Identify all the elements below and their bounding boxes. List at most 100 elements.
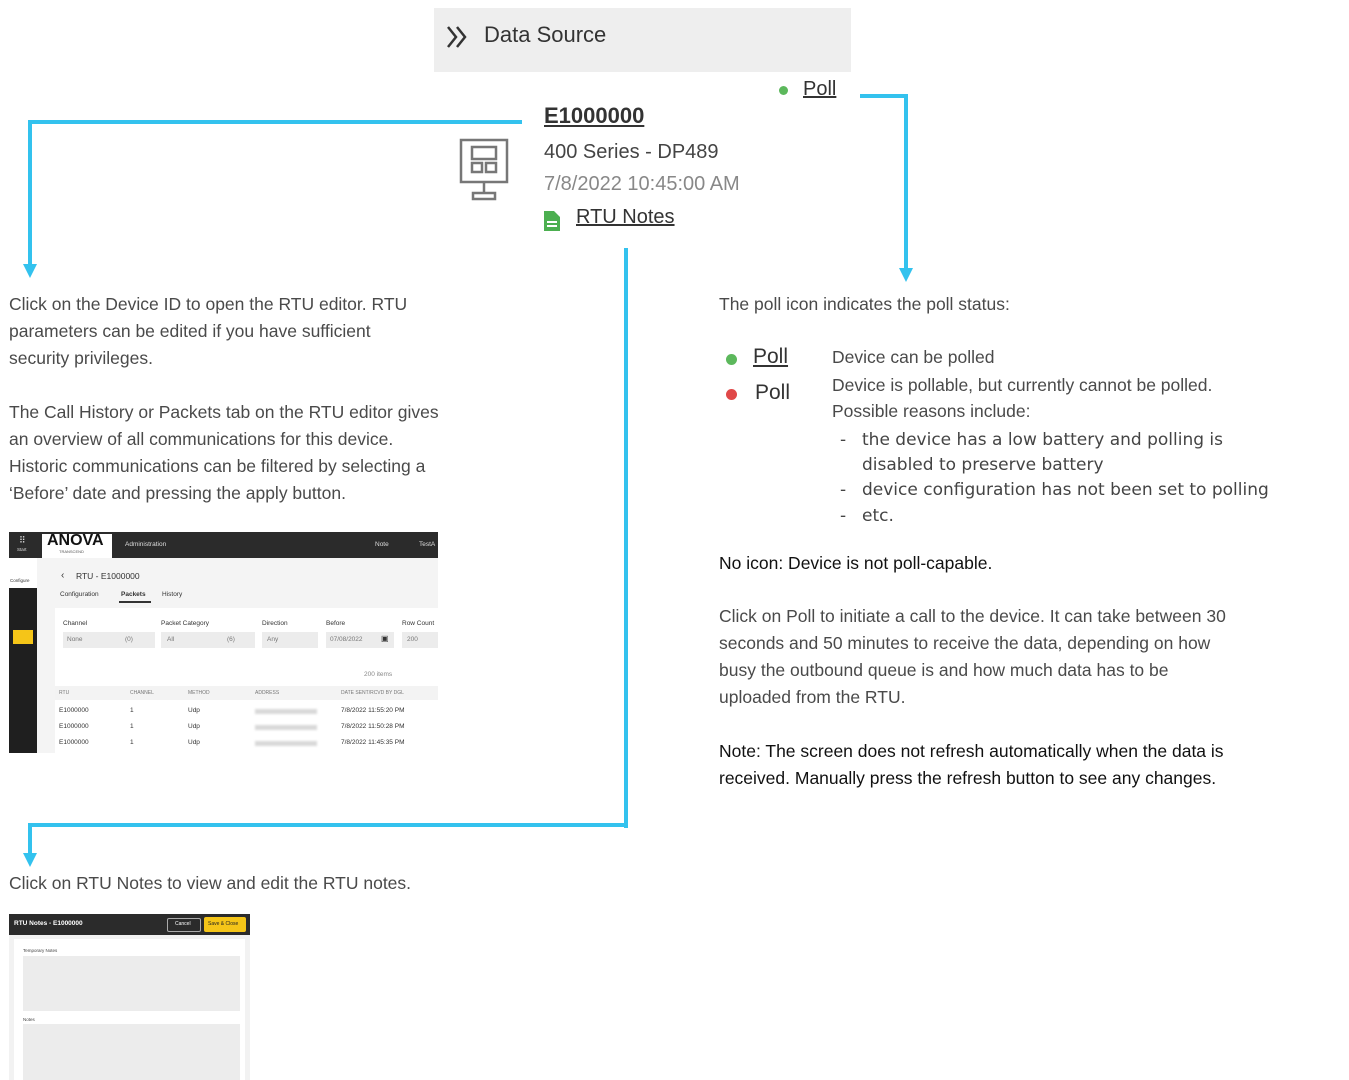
column-channel[interactable]: CHANNEL — [130, 690, 154, 696]
legend-poll-green: Poll — [753, 345, 789, 368]
legend-desc-green: Device can be polled — [832, 347, 995, 367]
brand-logo: ANOVA — [47, 532, 104, 549]
reasons-intro: Possible reasons include: — [832, 401, 1031, 421]
channel-value: None — [67, 636, 83, 643]
temporary-notes-textarea[interactable] — [23, 956, 240, 1011]
filter-channel-label: Channel — [63, 620, 88, 627]
reason-dash: - — [840, 506, 847, 526]
grid-icon[interactable]: ⠿ — [19, 535, 26, 546]
table-cell[interactable]: E1000000 — [59, 739, 89, 746]
connector-line-notes — [624, 248, 628, 828]
blurred-address — [255, 725, 317, 730]
rtu-editor-title: RTU - E1000000 — [76, 571, 140, 581]
column-address[interactable]: ADDRESS — [255, 690, 279, 696]
connector-line-notes-horizontal — [28, 823, 628, 827]
rtu-editor-screenshot: ANOVA TRANSCEND Administration Note Test… — [9, 532, 438, 753]
double-chevron-right-icon[interactable] — [446, 24, 470, 50]
packets-explanation: The Call History or Packets tab on the R… — [9, 402, 439, 503]
configure-nav-item[interactable] — [9, 558, 37, 588]
notes-label: Notes — [23, 1017, 35, 1022]
dialog-title: RTU Notes - E1000000 — [14, 920, 83, 927]
configure-label: Configure — [10, 578, 30, 583]
device-id-link[interactable]: E1000000 — [544, 103, 644, 129]
table-cell: 1 — [130, 707, 134, 714]
filter-direction-label: Direction — [262, 620, 288, 627]
poll-green-dot-icon — [726, 354, 737, 365]
blurred-address — [255, 741, 317, 746]
connector-line-device-id-down — [28, 120, 32, 266]
table-cell: 1 — [130, 739, 134, 746]
channel-count: (0) — [125, 636, 133, 643]
blurred-address — [255, 709, 317, 714]
nav-administration[interactable]: Administration — [125, 541, 166, 548]
connector-line-notes-down — [28, 823, 32, 855]
brand-sub: TRANSCEND — [59, 549, 84, 554]
column-method[interactable]: METHOD — [188, 690, 210, 696]
back-icon[interactable]: ‹ — [61, 570, 64, 581]
temporary-notes-label: Temporary Notes — [23, 948, 58, 953]
table-cell: Udp — [188, 739, 200, 746]
packets-panel — [55, 608, 438, 753]
items-count: 200 items — [364, 671, 393, 678]
table-cell: 7/8/2022 11:45:35 PM — [341, 739, 405, 746]
poll-status-dot-icon — [779, 86, 788, 95]
reason-item: the device has a low battery and polling… — [862, 430, 1224, 450]
save-close-label: Save & Close — [208, 921, 239, 927]
device-series: 400 Series - DP489 — [544, 141, 719, 163]
reason-item: etc. — [862, 506, 894, 526]
category-select[interactable] — [161, 632, 255, 648]
table-cell: 1 — [130, 723, 134, 730]
tab-configuration[interactable]: Configuration — [60, 591, 99, 598]
poll-red-dot-icon — [726, 389, 737, 400]
poll-intro: The poll icon indicates the poll status: — [719, 294, 1010, 314]
note-button[interactable]: Note — [375, 541, 389, 548]
reason-dash: - — [840, 480, 847, 500]
reason-item: device configuration has not been set to… — [862, 480, 1269, 500]
rtu-notes-dialog-screenshot: RTU Notes - E1000000 Cancel Save & Close… — [9, 914, 250, 1080]
notes-textarea[interactable] — [23, 1024, 240, 1080]
data-source-title: Data Source — [484, 22, 607, 47]
category-value: All — [167, 636, 175, 643]
device-id-explanation: Click on the Device ID to open the RTU e… — [9, 294, 408, 368]
tab-packets[interactable]: Packets — [121, 591, 146, 598]
direction-value: Any — [267, 636, 279, 643]
start-label: Start — [17, 547, 27, 552]
filter-before-label: Before — [326, 620, 346, 627]
tab-history[interactable]: History — [162, 591, 182, 598]
before-date-value: 07/08/2022 — [330, 636, 363, 643]
table-cell[interactable]: E1000000 — [59, 723, 89, 730]
table-cell: 7/8/2022 11:55:20 PM — [341, 707, 405, 714]
table-cell[interactable]: E1000000 — [59, 707, 89, 714]
user-menu[interactable]: TestA — [419, 541, 435, 548]
legend-desc-red: Device is pollable, but currently cannot… — [832, 375, 1213, 395]
connector-line-poll — [860, 94, 908, 98]
legend-poll-red: Poll — [755, 381, 791, 404]
connector-line-device-id — [28, 120, 522, 124]
column-rtu[interactable]: RTU — [59, 690, 69, 696]
rtu-notes-explanation: Click on RTU Notes to view and edit the … — [9, 873, 412, 893]
reason-dash: - — [840, 430, 847, 450]
calendar-icon[interactable]: ▣ — [381, 634, 389, 643]
arrow-down-icon — [899, 268, 913, 282]
poll-link[interactable]: Poll — [803, 78, 836, 101]
table-cell: Udp — [188, 707, 200, 714]
reason-item: disabled to preserve battery — [862, 455, 1104, 475]
rtu-device-icon — [459, 138, 509, 201]
arrow-down-icon — [23, 853, 37, 867]
category-count: (6) — [227, 636, 235, 643]
no-icon-note: No icon: Device is not poll-capable. — [719, 553, 993, 573]
document-icon[interactable] — [543, 210, 561, 232]
column-date[interactable]: DATE SENT/RCVD BY DGL — [341, 690, 404, 696]
filter-category-label: Packet Category — [161, 620, 210, 627]
table-cell: 7/8/2022 11:50:28 PM — [341, 723, 405, 730]
filter-row-count-label: Row Count — [402, 620, 435, 627]
active-nav-item[interactable] — [13, 630, 33, 644]
connector-line-poll-down — [904, 94, 908, 268]
click-poll-explanation: Click on Poll to initiate a call to the … — [719, 606, 1226, 707]
device-datetime: 7/8/2022 10:45:00 AM — [544, 173, 740, 195]
rtu-notes-link[interactable]: RTU Notes — [576, 206, 675, 229]
cancel-label: Cancel — [175, 921, 191, 927]
table-cell: Udp — [188, 723, 200, 730]
arrow-down-icon — [23, 264, 37, 278]
row-count-value: 200 — [407, 636, 418, 643]
